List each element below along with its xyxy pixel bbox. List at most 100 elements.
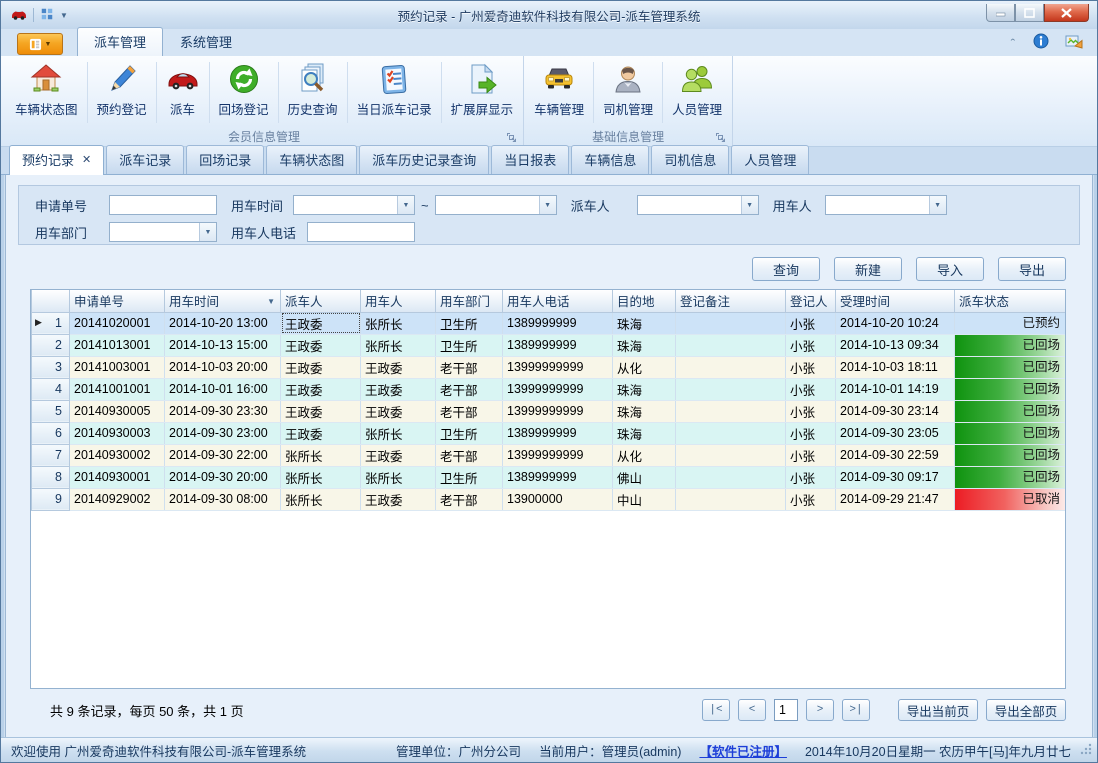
qat-dropdown-icon[interactable]: ▼: [60, 11, 68, 20]
cell[interactable]: [676, 444, 786, 466]
cell[interactable]: 张所长: [361, 422, 436, 444]
row-header[interactable]: 7: [32, 444, 70, 466]
cell[interactable]: 2014-09-30 20:00: [165, 466, 281, 488]
cell[interactable]: 从化: [613, 356, 676, 378]
personnel-manage-button[interactable]: 人员管理: [664, 58, 730, 127]
cell[interactable]: 卫生所: [436, 466, 503, 488]
cell[interactable]: 2014-10-03 18:11: [836, 356, 955, 378]
cell[interactable]: 2014-10-03 20:00: [165, 356, 281, 378]
cell[interactable]: 老干部: [436, 356, 503, 378]
ribbon-tab-system-manage[interactable]: 系统管理: [163, 27, 249, 56]
cell[interactable]: [676, 334, 786, 356]
cell[interactable]: 13999999999: [503, 444, 613, 466]
chevron-down-icon[interactable]: ▼: [199, 223, 216, 241]
table-row[interactable]: ▶1201410200012014-10-20 13:00王政委张所长卫生所13…: [32, 312, 1066, 334]
cell[interactable]: 珠海: [613, 378, 676, 400]
chevron-up-icon[interactable]: ⌃: [1009, 38, 1017, 47]
cell[interactable]: 2014-09-30 22:00: [165, 444, 281, 466]
cell[interactable]: 2014-09-30 23:14: [836, 400, 955, 422]
last-page-button[interactable]: >|: [842, 699, 870, 721]
chevron-down-icon[interactable]: ▼: [539, 196, 556, 214]
cell[interactable]: [676, 466, 786, 488]
status-cell[interactable]: 已回场: [955, 444, 1066, 466]
cell[interactable]: 张所长: [361, 334, 436, 356]
tab-return-records[interactable]: 回场记录: [186, 145, 264, 174]
table-row[interactable]: 7201409300022014-09-30 22:00张所长王政委老干部139…: [32, 444, 1066, 466]
status-cell[interactable]: 已回场: [955, 422, 1066, 444]
cell[interactable]: 2014-09-30 23:00: [165, 422, 281, 444]
ribbon-tab-dispatch-manage[interactable]: 派车管理: [77, 27, 163, 56]
query-button[interactable]: 查询: [752, 257, 820, 281]
cell[interactable]: [676, 356, 786, 378]
vehicle-manage-button[interactable]: 车辆管理: [526, 58, 592, 127]
tab-reservations[interactable]: 预约记录✕: [9, 145, 104, 175]
table-row[interactable]: 6201409300032014-09-30 23:00王政委张所长卫生所138…: [32, 422, 1066, 444]
dispatcher-combo[interactable]: ▼: [637, 195, 759, 215]
cell[interactable]: 2014-10-01 14:19: [836, 378, 955, 400]
cell[interactable]: 珠海: [613, 312, 676, 334]
cell[interactable]: 13999999999: [503, 356, 613, 378]
cell[interactable]: [676, 312, 786, 334]
chevron-down-icon[interactable]: ▼: [929, 196, 946, 214]
row-header[interactable]: 9: [32, 488, 70, 510]
table-row[interactable]: 3201410030012014-10-03 20:00王政委王政委老干部139…: [32, 356, 1066, 378]
next-page-button[interactable]: >: [806, 699, 834, 721]
close-tab-icon[interactable]: ✕: [82, 153, 91, 166]
table-row[interactable]: 9201409290022014-09-30 08:00张所长王政委老干部139…: [32, 488, 1066, 510]
cell[interactable]: 张所长: [281, 466, 361, 488]
status-cell[interactable]: 已回场: [955, 356, 1066, 378]
cell[interactable]: 2014-10-01 16:00: [165, 378, 281, 400]
cell[interactable]: 1389999999: [503, 466, 613, 488]
cell[interactable]: 13900000: [503, 488, 613, 510]
status-cell[interactable]: 已回场: [955, 378, 1066, 400]
row-header[interactable]: 3: [32, 356, 70, 378]
phone-input[interactable]: [307, 222, 415, 242]
table-row[interactable]: 4201410010012014-10-01 16:00王政委王政委老干部139…: [32, 378, 1066, 400]
cell[interactable]: 中山: [613, 488, 676, 510]
cell[interactable]: 小张: [786, 378, 836, 400]
minimize-button[interactable]: [986, 4, 1015, 22]
cell[interactable]: 老干部: [436, 378, 503, 400]
use-time-from-combo[interactable]: ▼: [293, 195, 415, 215]
cell[interactable]: 2014-10-20 13:00: [165, 312, 281, 334]
cell[interactable]: 20140929002: [70, 488, 165, 510]
cell[interactable]: 2014-10-13 09:34: [836, 334, 955, 356]
request-no-input[interactable]: [109, 195, 217, 215]
tab-driver-info[interactable]: 司机信息: [651, 145, 729, 174]
cell[interactable]: 王政委: [281, 312, 361, 334]
cell[interactable]: 2014-09-30 23:05: [836, 422, 955, 444]
export-current-page-button[interactable]: 导出当前页: [898, 699, 978, 721]
column-header-8[interactable]: 登记备注: [676, 290, 786, 312]
daily-dispatch-records-button[interactable]: 当日派车记录: [349, 58, 440, 127]
dispatch-button[interactable]: 派车: [158, 58, 208, 127]
cell[interactable]: [676, 378, 786, 400]
dialog-launcher-icon[interactable]: [715, 131, 726, 142]
tab-dispatch-records[interactable]: 派车记录: [106, 145, 184, 174]
cell[interactable]: 20140930005: [70, 400, 165, 422]
status-cell[interactable]: 已预约: [955, 312, 1066, 334]
cell[interactable]: 13999999999: [503, 378, 613, 400]
cell[interactable]: 王政委: [281, 400, 361, 422]
cell[interactable]: 珠海: [613, 400, 676, 422]
cell[interactable]: 王政委: [281, 422, 361, 444]
cell[interactable]: 小张: [786, 312, 836, 334]
cell[interactable]: 卫生所: [436, 422, 503, 444]
cell[interactable]: 20141001001: [70, 378, 165, 400]
cell[interactable]: 小张: [786, 334, 836, 356]
cell[interactable]: [676, 422, 786, 444]
row-header[interactable]: ▶1: [32, 312, 70, 334]
user-combo[interactable]: ▼: [825, 195, 947, 215]
cell[interactable]: 20141013001: [70, 334, 165, 356]
cell[interactable]: 1389999999: [503, 312, 613, 334]
cell[interactable]: 20140930001: [70, 466, 165, 488]
table-row[interactable]: 5201409300052014-09-30 23:30王政委王政委老干部139…: [32, 400, 1066, 422]
cell[interactable]: 卫生所: [436, 334, 503, 356]
app-menu-button[interactable]: ▼: [17, 33, 63, 55]
cell[interactable]: 从化: [613, 444, 676, 466]
cell[interactable]: 20141020001: [70, 312, 165, 334]
maximize-button[interactable]: [1015, 4, 1044, 22]
driver-manage-button[interactable]: 司机管理: [595, 58, 661, 127]
chevron-down-icon[interactable]: ▼: [397, 196, 414, 214]
skin-theme-icon[interactable]: [1065, 33, 1083, 52]
cell[interactable]: 1389999999: [503, 334, 613, 356]
